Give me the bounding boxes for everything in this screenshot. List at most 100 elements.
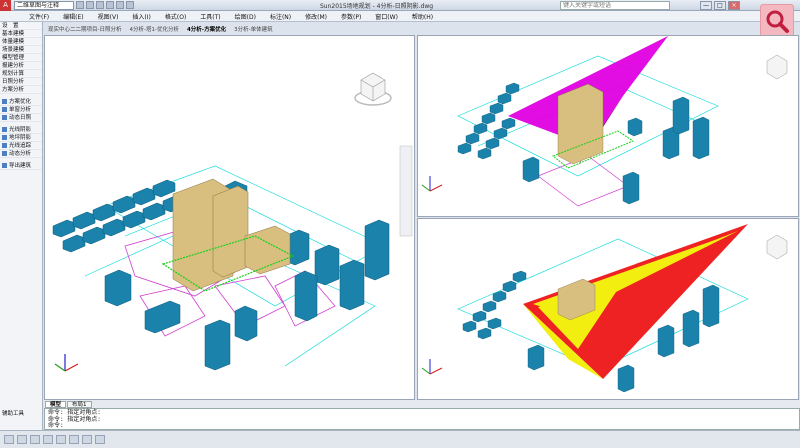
title-bar: A 二维草图与注释 Sun2015场地规划 - 4分析-日照阴影.dwg 键入关… (0, 0, 800, 11)
menu-bar: 文件(F) 编辑(E) 视图(V) 插入(I) 格式(O) 工具(T) 绘图(D) 标注(N)… (0, 11, 800, 22)
palette-item-label: 单窗分析 (9, 107, 32, 113)
app-icon[interactable]: A (0, 0, 11, 11)
palette-item-items-1[interactable]: 基本建模 (0, 30, 42, 38)
palette-item-label: 报建分析 (2, 63, 25, 69)
osnap-icon[interactable] (56, 435, 66, 444)
doc-tab-3[interactable]: 3分析-单体建筑 (230, 25, 276, 33)
palette-item-items-2[interactable]: 体量建模 (0, 38, 42, 46)
palette-item-tools-0[interactable]: 方案优化 (0, 98, 42, 106)
palette-item-tools3-0[interactable]: 导出建筑 (0, 162, 42, 170)
palette-bottom-label[interactable]: 辅助工具 (2, 409, 24, 417)
palette-item-label: 规划计算 (2, 71, 25, 77)
palette-item-items-7[interactable]: 日照分析 (0, 78, 42, 86)
tool-icon (2, 143, 7, 148)
palette-item-items-8[interactable]: 方案分析 (0, 86, 42, 94)
palette-item-label: 光线阴影 (9, 127, 32, 133)
polar-icon[interactable] (43, 435, 53, 444)
palette-item-label: 基本建模 (2, 31, 25, 37)
tool-icon (2, 127, 7, 132)
undo-icon[interactable] (106, 1, 114, 9)
palette-item-items-0[interactable]: 设 置 (0, 22, 42, 30)
model-space-icon[interactable] (95, 435, 105, 444)
palette-item-tools2-1[interactable]: 地坪阴影 (0, 134, 42, 142)
save-icon[interactable] (96, 1, 104, 9)
palette-item-tools2-3[interactable]: 动态分析 (0, 150, 42, 158)
palette-item-label: 方案分析 (2, 87, 25, 93)
palette-item-items-4[interactable]: 模型管理 (0, 54, 42, 62)
magnifier-icon[interactable] (760, 4, 794, 38)
tool-icon (2, 107, 7, 112)
menu-item-7[interactable]: 标注(N) (263, 12, 298, 21)
palette-item-label: 光线追踪 (9, 143, 32, 149)
viewcube-icon[interactable] (354, 72, 392, 106)
menu-item-0[interactable]: 文件(F) (22, 12, 56, 21)
open-file-icon[interactable] (86, 1, 94, 9)
menu-item-10[interactable]: 窗口(W) (368, 12, 405, 21)
print-icon[interactable] (126, 1, 134, 9)
maximize-button[interactable]: □ (714, 1, 726, 10)
new-file-icon[interactable] (76, 1, 84, 9)
ucs-icon (421, 176, 443, 192)
menu-item-6[interactable]: 绘图(D) (228, 12, 263, 21)
minimize-button[interactable]: — (700, 1, 712, 10)
palette-item-label: 设 置 (2, 23, 19, 29)
viewport-top-right[interactable] (417, 35, 799, 217)
palette-item-label: 体量建模 (2, 39, 25, 45)
palette-item-label: 动态日照 (9, 115, 32, 121)
navigation-bar[interactable] (399, 145, 413, 237)
palette-item-items-5[interactable]: 报建分析 (0, 62, 42, 70)
viewport-main[interactable] (44, 35, 415, 400)
menu-item-2[interactable]: 视图(V) (91, 12, 126, 21)
tool-icon (2, 99, 7, 104)
palette-item-items-6[interactable]: 规划计算 (0, 70, 42, 78)
viewcube-icon[interactable] (766, 234, 788, 260)
ortho-icon[interactable] (30, 435, 40, 444)
snap-icon[interactable] (4, 435, 14, 444)
menu-item-3[interactable]: 插入(I) (125, 12, 157, 21)
tool-icon (2, 135, 7, 140)
palette-item-label: 方案优化 (9, 99, 32, 105)
command-line[interactable]: 命令: 指定对角点: 命令: 指定对角点: 命令: (44, 408, 800, 430)
doc-tab-2[interactable]: 4分析-方案优化 (183, 25, 230, 33)
palette-item-tools2-2[interactable]: 光线追踪 (0, 142, 42, 150)
palette-item-label: 日照分析 (2, 79, 25, 85)
palette-item-label: 地坪阴影 (9, 135, 32, 141)
status-bar (0, 430, 800, 448)
palette-item-label: 导出建筑 (9, 163, 32, 169)
tool-icon (2, 163, 7, 168)
viewcube-icon[interactable] (766, 54, 788, 80)
palette-item-label: 动态分析 (9, 151, 32, 157)
tool-palette: 设 置基本建模体量建模场景建模模型管理报建分析规划计算日照分析方案分析方案优化单… (0, 22, 43, 430)
palette-item-label: 场景建模 (2, 47, 25, 53)
viewport-bottom-right[interactable] (417, 218, 799, 400)
workspace-select[interactable]: 二维草图与注释 (14, 0, 74, 10)
layout-tabs: 模型 布局1 (44, 400, 800, 408)
palette-item-tools-2[interactable]: 动态日照 (0, 114, 42, 122)
redo-icon[interactable] (116, 1, 124, 9)
menu-item-8[interactable]: 修改(M) (298, 12, 334, 21)
lineweight-icon[interactable] (82, 435, 92, 444)
grid-icon[interactable] (17, 435, 27, 444)
search-input[interactable]: 键入关键字或短语 (560, 1, 670, 10)
palette-item-tools2-0[interactable]: 光线阴影 (0, 126, 42, 134)
menu-item-11[interactable]: 帮助(H) (405, 12, 440, 21)
document-tabs: 现实中心二二期项目-日照分析 4分析-塔1-优化分析 4分析-方案优化 3分析-单体建… (44, 24, 414, 34)
layout-tab-1[interactable]: 布局1 (67, 400, 92, 408)
otrack-icon[interactable] (69, 435, 79, 444)
ucs-icon (54, 354, 79, 372)
close-button[interactable]: × (728, 1, 740, 10)
tool-icon (2, 151, 7, 156)
command-history-line: 命令: (48, 422, 64, 429)
palette-item-label: 模型管理 (2, 55, 25, 61)
menu-item-1[interactable]: 编辑(E) (56, 12, 90, 21)
palette-item-items-3[interactable]: 场景建模 (0, 46, 42, 54)
palette-item-tools-1[interactable]: 单窗分析 (0, 106, 42, 114)
menu-item-9[interactable]: 参数(P) (334, 12, 368, 21)
doc-tab-0[interactable]: 现实中心二二期项目-日照分析 (44, 25, 126, 33)
doc-tab-1[interactable]: 4分析-塔1-优化分析 (126, 25, 183, 33)
menu-item-5[interactable]: 工具(T) (193, 12, 227, 21)
document-title: Sun2015场地规划 - 4分析-日照阴影.dwg (320, 3, 434, 10)
ucs-icon (421, 359, 443, 375)
menu-item-4[interactable]: 格式(O) (158, 12, 193, 21)
layout-tab-0[interactable]: 模型 (45, 400, 67, 408)
